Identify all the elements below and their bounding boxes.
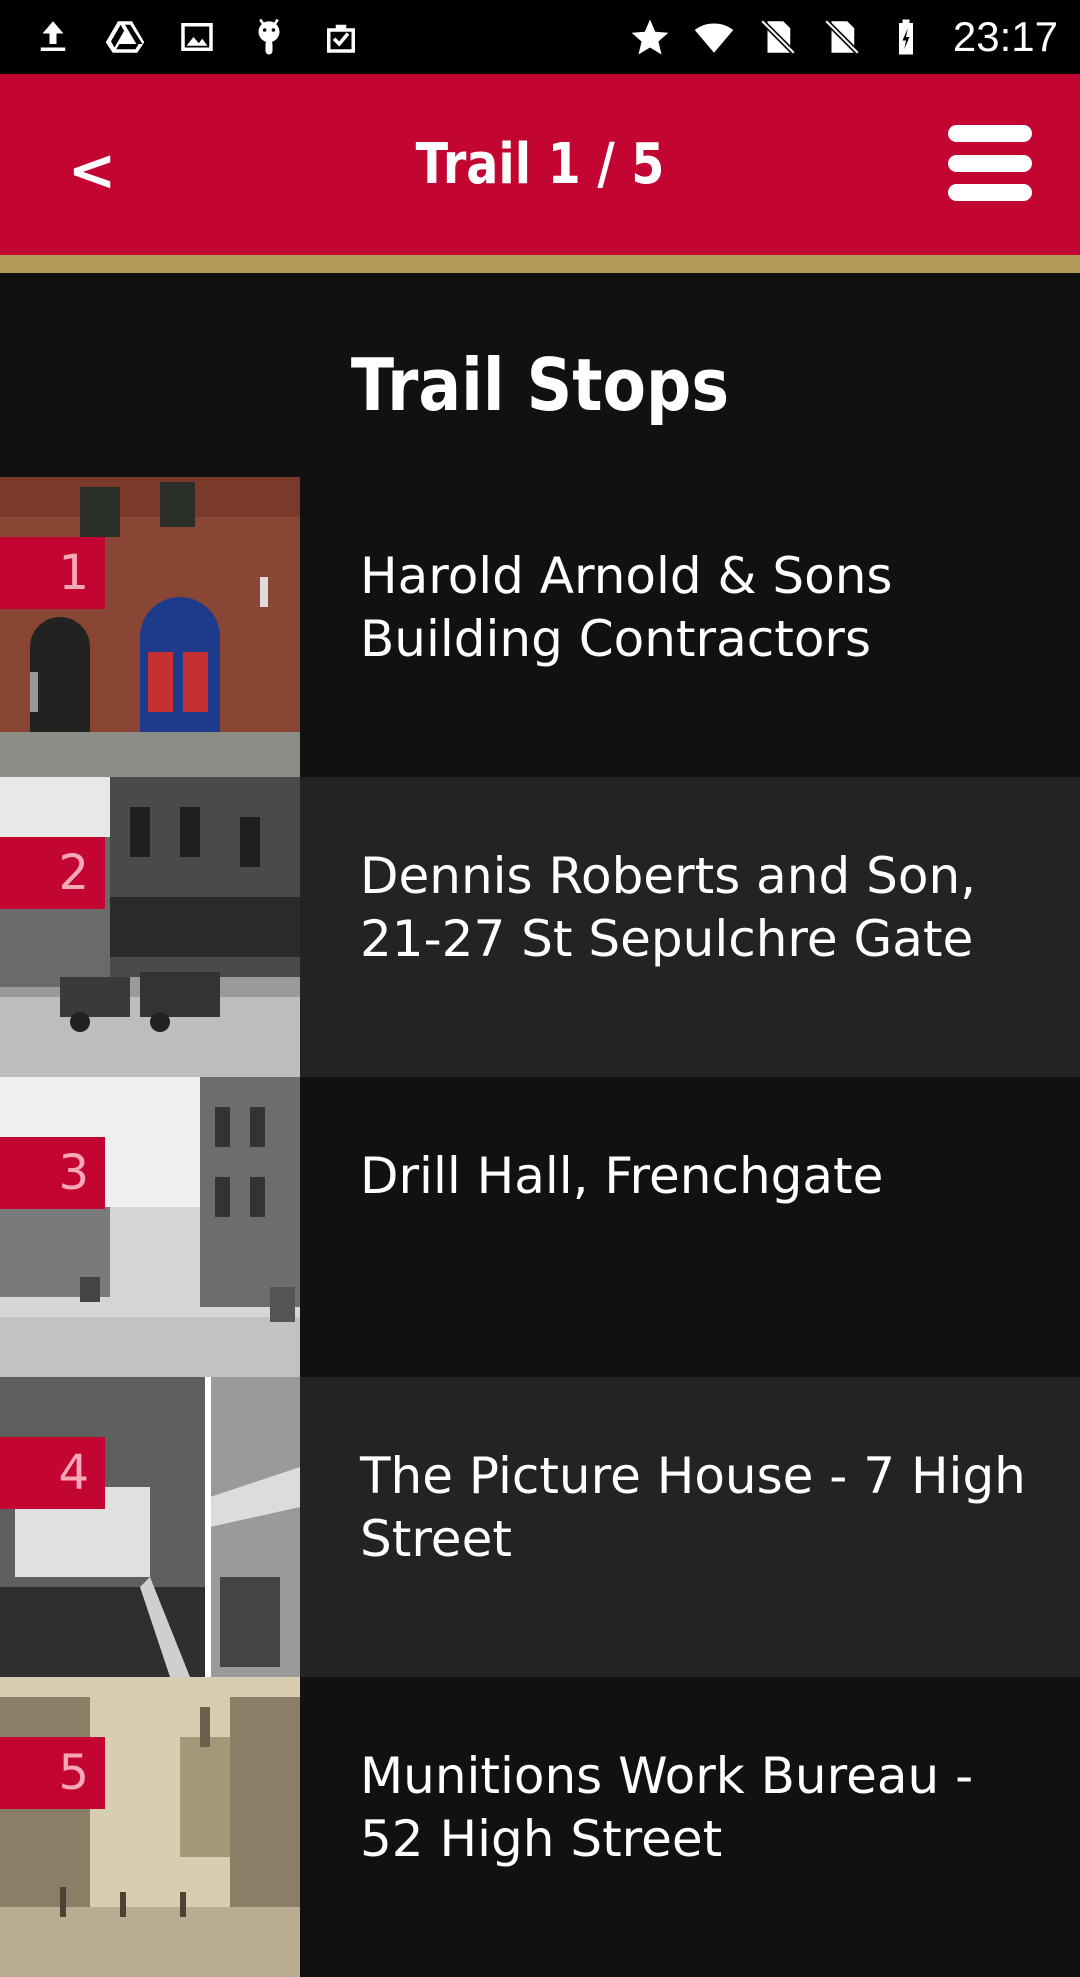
stop-number-badge: 3 <box>0 1137 105 1209</box>
star-icon <box>629 16 671 58</box>
battery-charging-icon <box>885 16 927 58</box>
menu-bar <box>948 125 1032 142</box>
android-icon <box>248 16 290 58</box>
stop-title: Harold Arnold & Sons Building Contractor… <box>360 547 893 668</box>
clipboard-check-icon <box>320 16 362 58</box>
no-sim-icon <box>757 16 799 58</box>
page-title: Trail 1 / 5 <box>415 132 665 197</box>
stop-title: Drill Hall, Frenchgate <box>360 1147 884 1205</box>
status-clock: 23:17 <box>952 13 1058 60</box>
stop-title: Munitions Work Bureau - 52 High Street <box>360 1747 974 1868</box>
stop-thumbnail <box>0 1077 300 1377</box>
stop-thumbnail <box>0 1677 300 1977</box>
trail-stop-row[interactable]: 4 The Picture House - 7 High Street <box>0 1377 1080 1677</box>
stop-number-badge: 1 <box>0 537 105 609</box>
stop-title: The Picture House - 7 High Street <box>360 1447 1026 1568</box>
trail-stop-row[interactable]: 1 Harold Arnold & Sons Building Contract… <box>0 477 1080 777</box>
stop-number-badge: 5 <box>0 1737 105 1809</box>
wifi-icon <box>693 16 735 58</box>
stop-thumbnail <box>0 477 300 777</box>
stop-thumbnail <box>0 1377 300 1677</box>
back-button[interactable]: < <box>62 130 122 210</box>
no-sim-icon <box>821 16 863 58</box>
drive-icon <box>104 16 146 58</box>
section-title: Trail Stops <box>350 343 730 427</box>
hamburger-menu-icon[interactable] <box>948 125 1032 201</box>
trail-stop-row[interactable]: 2 Dennis Roberts and Son, 21-27 St Sepul… <box>0 777 1080 1077</box>
status-bar-system: 23:17 <box>629 13 1080 61</box>
image-icon <box>176 16 218 58</box>
stop-title: Dennis Roberts and Son, 21-27 St Sepulch… <box>360 847 977 968</box>
stop-thumbnail <box>0 777 300 1077</box>
status-bar-notifications <box>0 16 362 58</box>
menu-bar <box>948 184 1032 201</box>
trail-stop-row[interactable]: 5 Munitions Work Bureau - 52 High Street <box>0 1677 1080 1977</box>
trail-stop-row[interactable]: 3 Drill Hall, Frenchgate <box>0 1077 1080 1377</box>
status-bar: 23:17 <box>0 0 1080 74</box>
stop-number-badge: 4 <box>0 1437 105 1509</box>
app-bar-accent-stripe <box>0 255 1080 273</box>
trail-stops-list: 1 Harold Arnold & Sons Building Contract… <box>0 477 1080 1977</box>
stop-number-badge: 2 <box>0 837 105 909</box>
menu-bar <box>948 154 1032 172</box>
upload-icon <box>32 16 74 58</box>
